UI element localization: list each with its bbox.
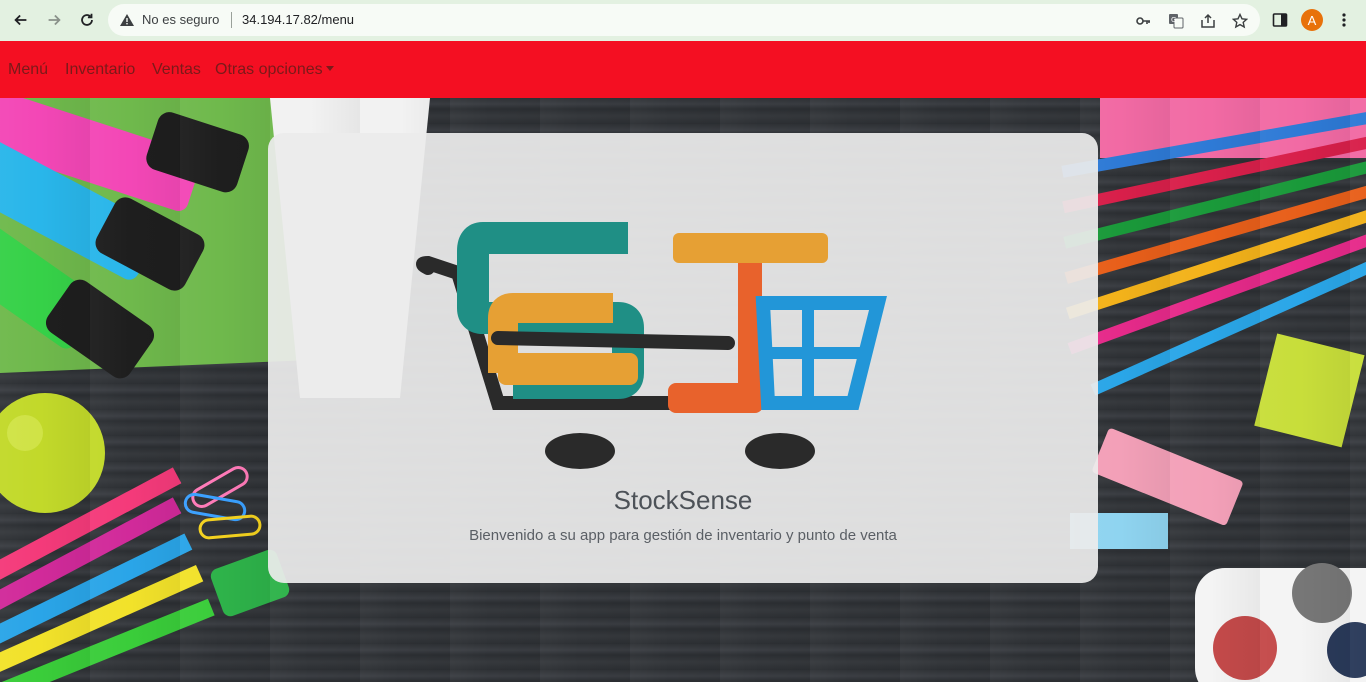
nav-dropdown-label[interactable]: Otras opciones: [215, 61, 323, 78]
translate-icon[interactable]: G: [1167, 12, 1184, 29]
key-icon[interactable]: [1134, 12, 1151, 29]
url-text[interactable]: 34.194.17.82/menu: [242, 12, 354, 27]
omnibox-divider: [231, 12, 232, 28]
address-bar[interactable]: No es seguro 34.194.17.82/menu G: [108, 4, 1260, 36]
profile-avatar[interactable]: A: [1301, 9, 1323, 31]
back-icon[interactable]: [10, 9, 32, 31]
chevron-down-icon[interactable]: [325, 66, 334, 71]
svg-text:G: G: [1171, 16, 1176, 24]
nav-link-menu[interactable]: Menú: [8, 61, 48, 79]
nav-link-ventas[interactable]: Ventas: [152, 61, 201, 79]
welcome-card: StockSense Bienvenido a su app para gest…: [268, 133, 1098, 583]
reload-icon[interactable]: [76, 9, 98, 31]
share-icon[interactable]: [1199, 12, 1216, 29]
forward-icon[interactable]: [43, 9, 65, 31]
warning-icon[interactable]: [119, 12, 135, 28]
side-panel-icon[interactable]: [1270, 10, 1290, 30]
welcome-subtitle: Bienvenido a su app para gestión de inve…: [469, 527, 897, 544]
bookmark-star-icon[interactable]: [1231, 12, 1248, 29]
more-menu-icon[interactable]: [1334, 10, 1354, 30]
nav-dropdown-otras-opciones[interactable]: Otras opciones: [215, 61, 334, 79]
security-label[interactable]: No es seguro: [142, 12, 219, 27]
browser-toolbar: No es seguro 34.194.17.82/menu G A: [0, 0, 1366, 41]
app-navbar: Menú Inventario Ventas Otras opciones: [0, 41, 1366, 98]
nav-link-inventario[interactable]: Inventario: [65, 61, 135, 79]
brand-title: StockSense: [613, 485, 753, 515]
stocksense-logo: [416, 222, 887, 469]
